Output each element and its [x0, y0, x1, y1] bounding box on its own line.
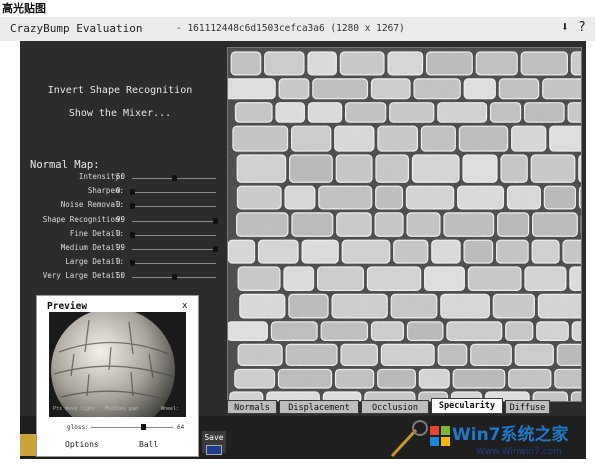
slider-row: Very Large Detail: 50 — [20, 270, 220, 284]
slider-value: 50 — [116, 172, 126, 181]
slider-knob[interactable] — [130, 203, 135, 210]
stone-wall-texture — [220, 48, 595, 418]
slider-track[interactable] — [130, 231, 216, 238]
preview-hint-left: Pts move light — [53, 406, 96, 412]
gloss-value: 64 — [177, 424, 185, 431]
watermark-brand: Win7系统之家 — [452, 425, 569, 445]
slider-row: Noise Removal: 0 — [20, 199, 220, 213]
save-button[interactable]: Save — [202, 431, 226, 455]
texture-view[interactable] — [220, 47, 595, 418]
slider-value: 0 — [116, 228, 121, 238]
slider-knob[interactable] — [130, 189, 135, 196]
slider-value: 99 — [116, 214, 126, 224]
close-icon[interactable]: x — [182, 301, 187, 311]
slider-value: 99 — [116, 243, 126, 252]
slider-knob[interactable] — [130, 260, 135, 267]
slider-track[interactable] — [132, 175, 216, 181]
slider-knob[interactable] — [213, 217, 219, 224]
invert-shape-recognition-button[interactable]: Invert Shape Recognition — [20, 85, 220, 96]
slider-label: Shape Recognition: — [42, 214, 124, 224]
slider-value: 50 — [116, 271, 126, 281]
tab-normals[interactable]: Normals — [227, 400, 277, 414]
normal-map-title: Normal Map: — [30, 159, 100, 171]
download-icon[interactable]: ⬇ — [561, 20, 569, 35]
slider-track[interactable] — [130, 260, 216, 267]
preview-panel: Preview x Pts move light Middles pan Whe… — [36, 295, 199, 457]
page-caption: 高光贴图 — [2, 2, 46, 15]
tab-specularity[interactable]: Specularity — [431, 398, 503, 414]
map-tabs: Normals Displacement Occlusion Specularity D… — [227, 398, 580, 415]
slider-track[interactable] — [130, 189, 216, 196]
gloss-slider-knob[interactable] — [141, 424, 147, 430]
preview-hint-right: Wheel: — [161, 406, 180, 412]
slider-label: Medium Detail: — [60, 243, 124, 252]
save-label: Save — [204, 433, 224, 442]
slider-track[interactable] — [132, 217, 219, 224]
slider-row: Fine Detail: 0 — [20, 228, 220, 242]
slider-track[interactable] — [132, 246, 219, 252]
slider-row: Intensity: 50 — [20, 171, 220, 185]
gloss-label: gloss: — [67, 424, 89, 431]
slider-label: Very Large Detail: — [42, 271, 124, 281]
slider-knob[interactable] — [130, 231, 135, 238]
floppy-icon — [206, 445, 222, 455]
slider-row: Medium Detail: 99 — [20, 242, 220, 256]
slider-value: 0 — [116, 186, 121, 196]
watermark-url: Www.Winwin7.com — [476, 447, 562, 457]
slider-value: 0 — [116, 257, 121, 267]
ball-button[interactable]: Ball — [139, 440, 158, 449]
slider-track[interactable] — [130, 203, 216, 210]
slider-row: Large Detail: 0 — [20, 256, 220, 270]
help-icon[interactable]: ? — [578, 20, 586, 35]
app-title: CrazyBump Evaluation — [10, 22, 143, 35]
gloss-slider[interactable] — [91, 424, 173, 430]
slider-value: 0 — [116, 200, 121, 210]
slider-track[interactable] — [132, 274, 216, 281]
slider-knob[interactable] — [172, 175, 177, 181]
tab-displacement[interactable]: Displacement — [279, 400, 359, 414]
slider-row: Sharpen: 0 — [20, 185, 220, 199]
options-button[interactable]: Options — [65, 440, 99, 449]
preview-hint-middle: Middles pan — [105, 406, 139, 412]
file-title: - 161112448c6d1503cefca3a6 (1280 x 1267) — [176, 23, 405, 34]
slider-knob[interactable] — [172, 274, 177, 281]
preview-3d-view[interactable]: Pts move light Middles pan Wheel: — [49, 312, 186, 417]
sphere-preview — [49, 312, 186, 417]
slider-row: Shape Recognition: 99 — [20, 214, 220, 228]
preview-title: Preview — [47, 301, 88, 312]
slider-label: Noise Removal: — [60, 200, 124, 210]
windows-logo-icon — [390, 420, 450, 458]
window-titlebar: CrazyBump Evaluation - 161112448c6d1503c… — [0, 17, 595, 41]
show-mixer-button[interactable]: Show the Mixer... — [20, 108, 220, 119]
slider-knob[interactable] — [213, 246, 219, 252]
tab-diffuse[interactable]: Diffuse — [505, 400, 550, 414]
tab-occlusion[interactable]: Occlusion — [361, 400, 429, 414]
